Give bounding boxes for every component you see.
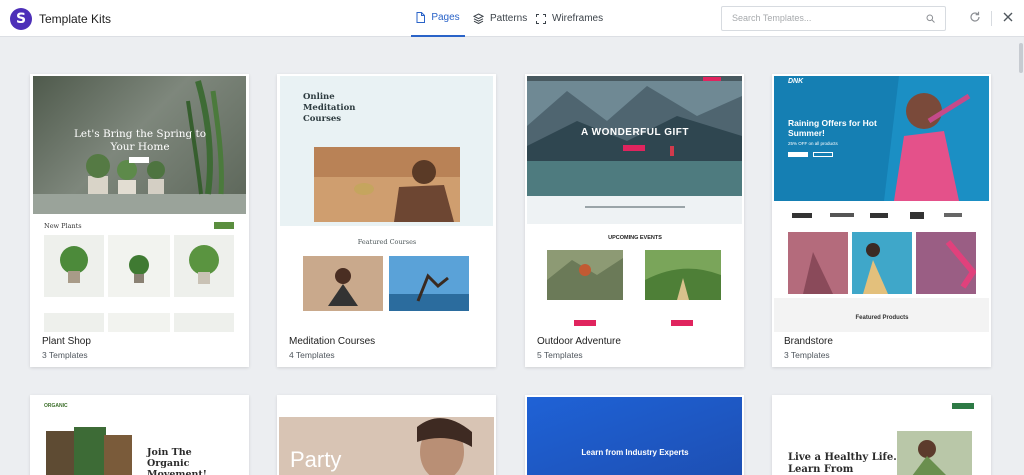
hero-image: [897, 431, 972, 475]
kit-preview: Online Meditation Courses Featured Cours…: [277, 74, 496, 332]
kit-preview: A WONDERFUL GIFT UPCOMING EVENTS: [525, 74, 744, 332]
hero-image: [417, 418, 472, 475]
kit-name: Brandstore: [784, 336, 833, 347]
preview-heading: Join The Organic Movement!: [147, 447, 207, 475]
app-logo-icon: S: [10, 8, 32, 30]
kit-name: Outdoor Adventure: [537, 336, 621, 347]
hero-image: [884, 76, 989, 201]
tab-patterns[interactable]: Patterns: [473, 0, 527, 37]
kit-preview: Live a Healthy Life. Learn From: [772, 395, 991, 475]
preview-heading: Online Meditation Courses: [303, 92, 356, 124]
preview-heading: Let's Bring the Spring to Your Home: [73, 128, 207, 153]
wireframe-icon: [536, 13, 546, 24]
tab-pages[interactable]: Pages: [411, 0, 465, 37]
top-bar: S Template Kits Pages Patterns Wireframe…: [0, 0, 1024, 37]
tab-patterns-label: Patterns: [490, 13, 528, 24]
preview-section: UPCOMING EVENTS: [608, 235, 662, 241]
kit-card[interactable]: ORGANIC Join The Organic Movement!: [30, 395, 249, 475]
kit-card[interactable]: Party: [277, 395, 496, 475]
app-title: Template Kits: [39, 12, 112, 26]
kit-name: Plant Shop: [42, 336, 91, 347]
preview-section: Featured Courses: [357, 238, 417, 246]
kit-template-count: 3 Templates: [784, 350, 830, 360]
hero-image: [314, 147, 460, 222]
search-box: [721, 6, 946, 31]
preview-brand: DNK: [788, 78, 804, 85]
preview-brand: ORGANIC: [44, 403, 68, 409]
kit-template-count: 3 Templates: [42, 350, 88, 360]
page-icon: [416, 12, 426, 23]
kit-preview: Let's Bring the Spring to Your Home New …: [30, 74, 249, 332]
header-divider: [991, 11, 992, 26]
kit-preview: Learn from Industry Experts: [525, 395, 744, 475]
kit-preview: Party: [277, 395, 496, 475]
kit-name: Meditation Courses: [289, 336, 376, 347]
preview-heading: Live a Healthy Life. Learn From: [788, 452, 897, 475]
preview-section: New Plants: [44, 222, 82, 230]
preview-heading: A WONDERFUL GIFT: [581, 127, 689, 138]
hero-image: [46, 427, 132, 475]
kit-card[interactable]: Let's Bring the Spring to Your Home New …: [30, 74, 249, 367]
kit-card[interactable]: Online Meditation Courses Featured Cours…: [277, 74, 496, 367]
preview-heading: Raining Offers for Hot Summer!: [788, 118, 877, 138]
kit-card[interactable]: A WONDERFUL GIFT UPCOMING EVENTS Outdoor…: [525, 74, 744, 367]
tab-wireframes[interactable]: Wireframes: [536, 0, 603, 37]
kit-preview: ORGANIC Join The Organic Movement!: [30, 395, 249, 475]
kit-preview: DNK Raining Offers for Hot Summer! 25% O…: [772, 74, 991, 332]
preview-subheading: 25% OFF on all products: [788, 141, 838, 146]
search-icon[interactable]: [926, 14, 935, 23]
preview-section: Featured Products: [855, 315, 909, 321]
brand-logos: [792, 212, 962, 219]
search-input[interactable]: [732, 13, 917, 23]
tab-pages-label: Pages: [431, 12, 460, 23]
kit-card[interactable]: Live a Healthy Life. Learn From: [772, 395, 991, 475]
refresh-icon[interactable]: [969, 11, 981, 23]
scrollbar[interactable]: [1018, 37, 1024, 475]
close-icon[interactable]: [1002, 11, 1014, 23]
kit-card[interactable]: Learn from Industry Experts: [525, 395, 744, 475]
tab-wireframes-label: Wireframes: [552, 13, 604, 24]
kit-template-count: 5 Templates: [537, 350, 583, 360]
kit-card[interactable]: DNK Raining Offers for Hot Summer! 25% O…: [772, 74, 991, 367]
preview-heading: Learn from Industry Experts: [581, 448, 689, 457]
preview-heading: Party: [290, 447, 342, 472]
layers-icon: [473, 13, 484, 24]
kit-template-count: 4 Templates: [289, 350, 335, 360]
